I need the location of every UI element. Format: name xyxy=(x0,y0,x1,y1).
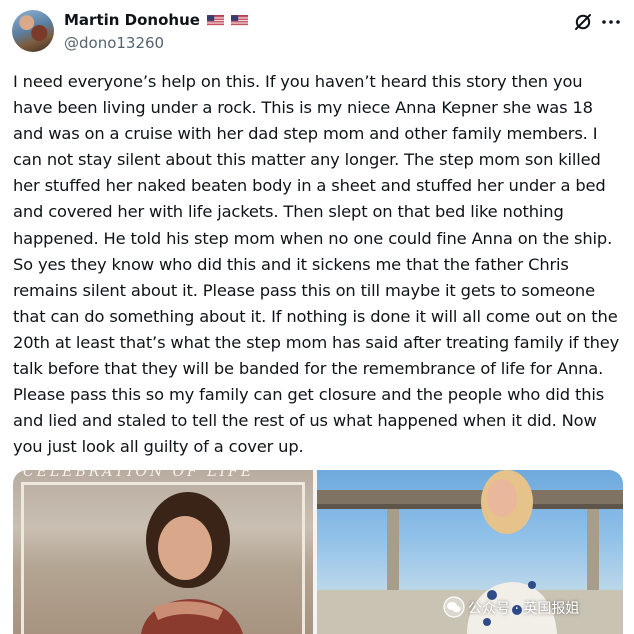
wechat-icon xyxy=(443,596,465,618)
memorial-portrait xyxy=(141,492,243,634)
avatar[interactable] xyxy=(12,10,54,52)
watermark-text: 公众号 · 英国报姐 xyxy=(468,601,580,617)
author-name[interactable]: Martin Donohue xyxy=(64,11,200,29)
memorial-caption: CELEBRATION OF LIFE xyxy=(23,470,255,480)
us-flag-icon xyxy=(231,15,249,26)
memorial-photo[interactable]: CELEBRATION OF LIFE xyxy=(13,470,313,634)
more-options-icon[interactable] xyxy=(600,13,622,31)
post-header: Martin Donohue @dono13260 xyxy=(0,0,634,66)
post-text: I need everyone’s help on this. If you h… xyxy=(13,72,625,457)
grok-icon[interactable] xyxy=(573,12,593,32)
us-flag-icon xyxy=(207,15,225,26)
author-name-row[interactable]: Martin Donohue xyxy=(64,11,249,29)
author-handle[interactable]: @dono13260 xyxy=(64,34,164,52)
